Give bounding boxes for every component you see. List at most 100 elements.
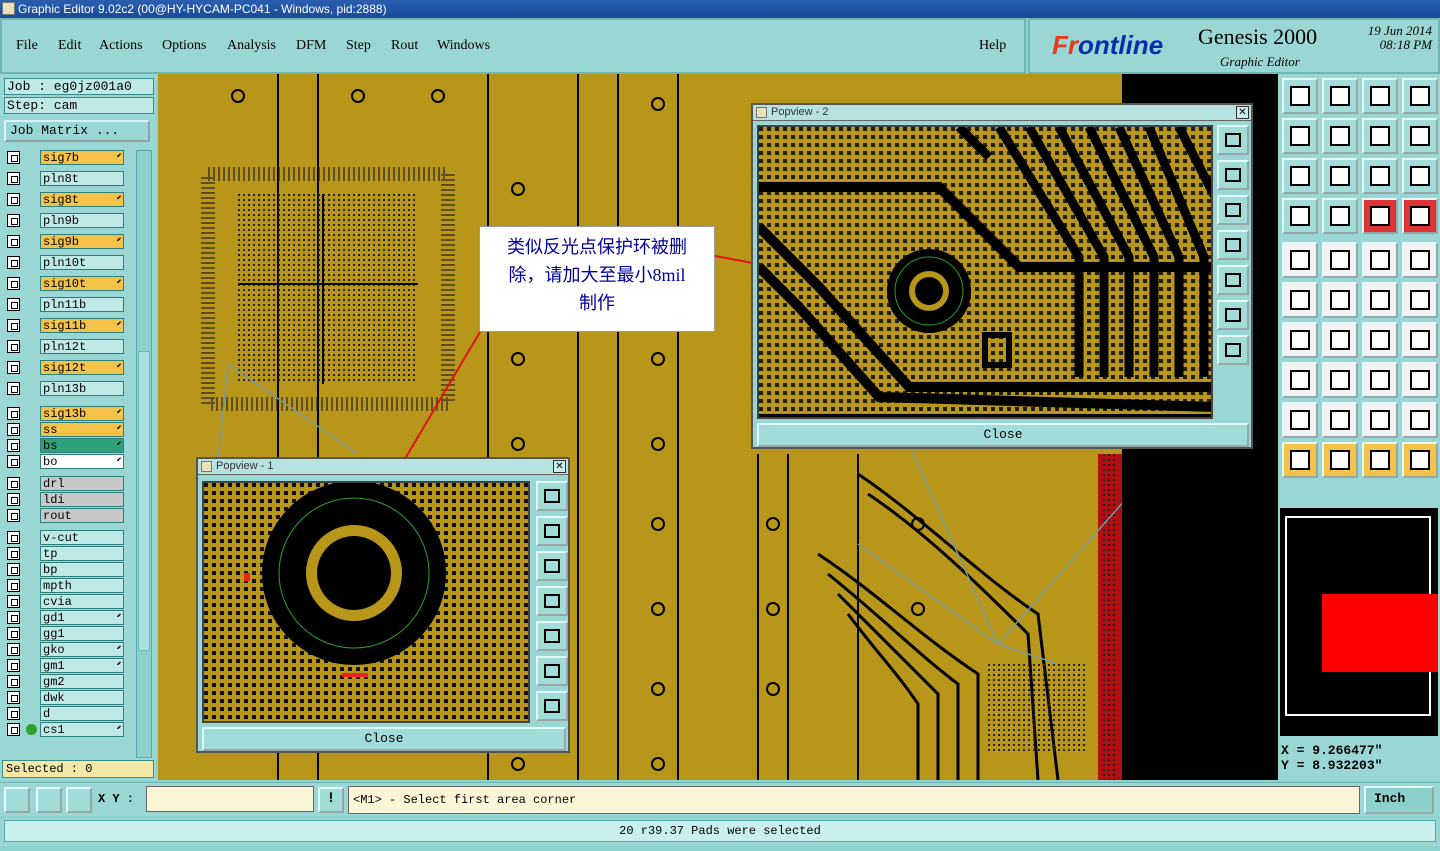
layer-row-gd1[interactable]: gd1 ⬋: [4, 610, 126, 625]
layer-row-sig7b[interactable]: sig7b ⬋: [4, 150, 126, 165]
home-icon[interactable]: [1362, 78, 1398, 114]
menu-help[interactable]: Help: [979, 38, 1006, 54]
line-icon[interactable]: [1362, 282, 1398, 318]
layer-checkbox[interactable]: [7, 172, 20, 185]
layer-checkbox[interactable]: [7, 643, 20, 656]
layer-name[interactable]: gm1: [40, 658, 124, 673]
layer-checkbox[interactable]: [7, 407, 20, 420]
zoom-fit-icon[interactable]: [1322, 78, 1358, 114]
layer-row-ldi[interactable]: ldi: [4, 492, 126, 507]
layer-checkbox[interactable]: [7, 256, 20, 269]
diagonal-icon[interactable]: [1322, 322, 1358, 358]
layer-name[interactable]: sig9b: [40, 234, 124, 249]
layer-name[interactable]: sig10t: [40, 276, 124, 291]
layer-checkbox[interactable]: [7, 595, 20, 608]
layer-name[interactable]: ldi: [40, 492, 124, 507]
layer-row-drl[interactable]: drl: [4, 476, 126, 491]
xy-input[interactable]: [146, 786, 314, 812]
layer-checkbox[interactable]: [7, 675, 20, 688]
layer-row-pln13b[interactable]: pln13b: [4, 381, 126, 396]
triangle-arc-icon[interactable]: [1362, 402, 1398, 438]
layer-checkbox[interactable]: [7, 277, 20, 290]
ruler-icon[interactable]: [1362, 242, 1398, 278]
layer-row-sig13b[interactable]: sig13b ⬋: [4, 406, 126, 421]
layer-row-tp[interactable]: tp: [4, 546, 126, 561]
pan-right-icon[interactable]: [536, 621, 568, 651]
layer-row-pln8t[interactable]: pln8t: [4, 171, 126, 186]
layer-name[interactable]: cs1: [40, 722, 124, 737]
snap-alt-icon[interactable]: [1402, 198, 1438, 234]
layer-checkbox[interactable]: [7, 627, 20, 640]
mirror-icon[interactable]: [1402, 322, 1438, 358]
zoom-home-icon[interactable]: [536, 481, 568, 511]
layer-name[interactable]: v-cut: [40, 530, 124, 545]
layer-row-mpth[interactable]: mpth: [4, 578, 126, 593]
grid-icon[interactable]: [1322, 198, 1358, 234]
layer-name[interactable]: bo: [40, 454, 124, 469]
pan-up-icon[interactable]: [1217, 160, 1249, 190]
layer-name[interactable]: pln12t: [40, 339, 124, 354]
query-icon[interactable]: [1402, 158, 1438, 194]
overlap-icon[interactable]: [1402, 362, 1438, 398]
popview-1-close-icon[interactable]: ✕: [553, 460, 566, 473]
menu-dfm[interactable]: DFM: [296, 38, 326, 54]
scale-1-2-icon[interactable]: [1362, 158, 1398, 194]
layer-name[interactable]: sig12t: [40, 360, 124, 375]
layer-checkbox[interactable]: [7, 723, 20, 736]
window-icon[interactable]: [1402, 78, 1438, 114]
layer-name[interactable]: cvia: [40, 594, 124, 609]
layer-row-cvia[interactable]: cvia: [4, 594, 126, 609]
layer-checkbox[interactable]: [7, 382, 20, 395]
snap-icon[interactable]: [1362, 198, 1398, 234]
popview-2-close-icon[interactable]: ✕: [1236, 106, 1249, 119]
layer-name[interactable]: gko: [40, 642, 124, 657]
zoom-out-icon[interactable]: [1322, 158, 1358, 194]
grid-tool-icon[interactable]: [66, 787, 92, 813]
cross-icon[interactable]: [1322, 282, 1358, 318]
layer-row-gm1[interactable]: gm1 ⬋: [4, 658, 126, 673]
pad-icon[interactable]: [1282, 282, 1318, 318]
layer-row-sig12t[interactable]: sig12t ⬋: [4, 360, 126, 375]
layer-row-ss[interactable]: ss ⬋: [4, 422, 126, 437]
layer-checkbox[interactable]: [7, 659, 20, 672]
menu-rout[interactable]: Rout: [391, 38, 418, 54]
job-matrix-button[interactable]: Job Matrix ...: [4, 120, 150, 142]
select-area-icon[interactable]: [1402, 242, 1438, 278]
arc-icon[interactable]: [1362, 322, 1398, 358]
angle-icon[interactable]: [1282, 322, 1318, 358]
layer-row-sig8t[interactable]: sig8t ⬋: [4, 192, 126, 207]
layer-row-sig9b[interactable]: sig9b ⬋: [4, 234, 126, 249]
layer-checkbox[interactable]: [7, 340, 20, 353]
layer-name[interactable]: pln11b: [40, 297, 124, 312]
layer-row-cs1[interactable]: cs1 ⬋: [4, 722, 126, 737]
alert-icon[interactable]: !: [318, 787, 344, 813]
layer-checkbox[interactable]: [7, 439, 20, 452]
layer-name[interactable]: pln8t: [40, 171, 124, 186]
layer-row-bp[interactable]: bp: [4, 562, 126, 577]
layer-name[interactable]: gg1: [40, 626, 124, 641]
scrollbar-thumb[interactable]: [138, 351, 150, 651]
zoom-out-icon[interactable]: [1217, 335, 1249, 365]
measure-tool-icon[interactable]: [4, 787, 30, 813]
layer-checkbox[interactable]: [7, 319, 20, 332]
zoom-in-icon[interactable]: [1282, 158, 1318, 194]
layer-checkbox[interactable]: [7, 493, 20, 506]
layer-checkbox[interactable]: [7, 691, 20, 704]
zoom-home-icon[interactable]: [1282, 78, 1318, 114]
triangle-alt-icon[interactable]: [1322, 402, 1358, 438]
layer-row-v-cut[interactable]: v-cut: [4, 530, 126, 545]
pan-left-icon[interactable]: [1282, 118, 1318, 154]
layer-row-pln9b[interactable]: pln9b: [4, 213, 126, 228]
layer-name[interactable]: pln9b: [40, 213, 124, 228]
layer-name[interactable]: ss: [40, 422, 124, 437]
layer-row-pln10t[interactable]: pln10t: [4, 255, 126, 270]
menu-file[interactable]: File: [16, 38, 38, 54]
layer-name[interactable]: gd1: [40, 610, 124, 625]
layer-checkbox[interactable]: [7, 214, 20, 227]
pan-down-icon[interactable]: [1217, 195, 1249, 225]
layer-row-dwk[interactable]: dwk: [4, 690, 126, 705]
overview-map[interactable]: [1280, 508, 1438, 736]
layer-row-gm2[interactable]: gm2: [4, 674, 126, 689]
layer-name[interactable]: pln13b: [40, 381, 124, 396]
layer-checkbox[interactable]: [7, 361, 20, 374]
